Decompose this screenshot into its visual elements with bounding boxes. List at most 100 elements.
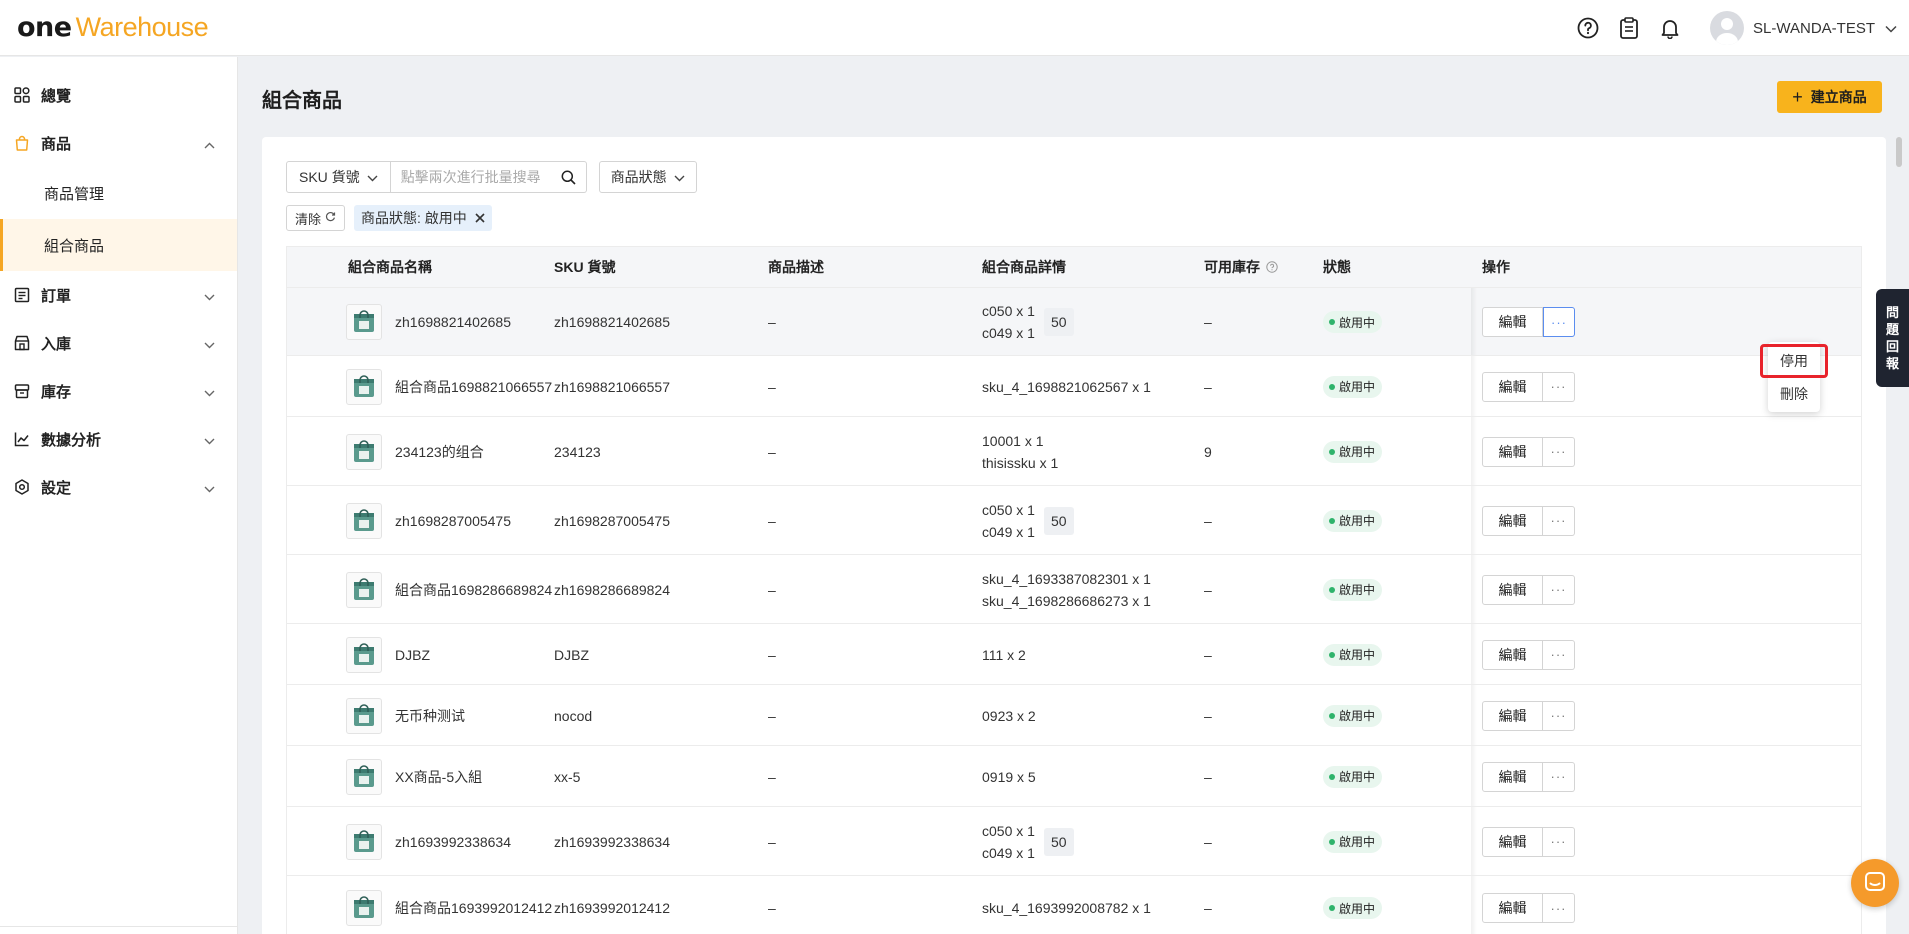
edit-button[interactable]: 編輯 — [1482, 761, 1543, 792]
more-actions-button[interactable]: ··· — [1543, 574, 1575, 605]
row-actions: 編輯 ··· — [1482, 436, 1575, 467]
clear-filters-button[interactable]: 清除 — [286, 205, 346, 231]
logo[interactable]: one Warehouse — [17, 12, 209, 43]
feedback-tab[interactable]: 問 題 回 報 — [1876, 289, 1909, 387]
bundle-detail-line: c049 x 1 — [982, 325, 1035, 341]
search-type-select[interactable]: SKU 貨號 — [286, 161, 391, 193]
chevron-down-icon — [204, 384, 215, 401]
bell-icon[interactable] — [1658, 16, 1682, 40]
status-dot — [1329, 651, 1335, 658]
info-icon[interactable] — [1266, 261, 1278, 273]
table-row: 組合商品1698286689824 zh1698286689824 – sku_4_1… — [287, 554, 1861, 623]
status-badge: 啟用中 — [1323, 440, 1383, 463]
create-product-label: 建立商品 — [1810, 89, 1867, 105]
status-badge: 啟用中 — [1323, 830, 1383, 853]
deactivate-menu-item[interactable]: 停用 — [1760, 344, 1828, 378]
more-actions-button[interactable]: ··· — [1543, 700, 1575, 731]
chevron-down-icon — [1885, 20, 1897, 36]
delete-menu-item[interactable]: 刪除 — [1768, 378, 1820, 410]
product-name: 組合商品1698821066557 — [395, 378, 553, 395]
status-label: 啟用中 — [1339, 445, 1376, 459]
edit-button[interactable]: 編輯 — [1482, 574, 1543, 605]
feedback-char: 回 — [1885, 339, 1899, 354]
more-actions-button[interactable]: ··· — [1543, 761, 1575, 792]
search-input[interactable] — [400, 169, 561, 185]
edit-button[interactable]: 編輯 — [1482, 826, 1543, 857]
more-actions-button[interactable]: ··· — [1543, 436, 1575, 467]
sidebar-item-products[interactable]: 商品 — [0, 119, 237, 167]
product-sku: xx-5 — [554, 768, 581, 785]
table-row: XX商品-5入組 xx-5 – 0919 x 5 – 啟用中 編輯 ··· — [287, 745, 1861, 806]
table-row: 組合商品1698821066557 zh1698821066557 – sku_4_1… — [287, 355, 1861, 416]
product-thumbnail — [346, 304, 382, 340]
sidebar-item-label: 入庫 — [41, 335, 72, 353]
page-title: 組合商品 — [262, 90, 342, 112]
sidebar-item-settings[interactable]: 設定 — [0, 463, 237, 511]
sidebar-item-inbound[interactable]: 入庫 — [0, 319, 237, 367]
settings-icon — [14, 479, 30, 495]
bundle-detail-line: 0919 x 5 — [982, 768, 1036, 785]
clipboard-icon[interactable] — [1617, 16, 1641, 40]
edit-button[interactable]: 編輯 — [1482, 436, 1543, 467]
bundle-detail-line: sku_4_1698286686273 x 1 — [982, 592, 1151, 609]
more-actions-button[interactable]: ··· — [1543, 639, 1575, 670]
more-actions-button[interactable]: ··· — [1543, 893, 1575, 923]
chat-button[interactable] — [1851, 859, 1899, 907]
more-actions-button[interactable]: ··· — [1543, 826, 1575, 857]
edit-button[interactable]: 編輯 — [1482, 700, 1543, 731]
bag-icon — [14, 135, 30, 151]
product-thumbnail — [346, 890, 382, 926]
edit-button[interactable]: 編輯 — [1482, 639, 1543, 670]
product-description: – — [768, 443, 776, 460]
row-actions: 編輯 ··· — [1482, 371, 1575, 402]
more-actions-button[interactable]: ··· — [1543, 505, 1575, 536]
product-thumbnail — [346, 502, 382, 539]
create-product-button[interactable]: + 建立商品 — [1777, 81, 1882, 113]
logo-one: one — [17, 12, 72, 43]
product-thumbnail — [346, 433, 382, 470]
sidebar-item-orders[interactable]: 訂單 — [0, 271, 237, 319]
sidebar-item-analytics[interactable]: 數據分析 — [0, 415, 237, 463]
available-stock: – — [1204, 833, 1212, 850]
row-actions: 編輯 ··· — [1482, 700, 1575, 731]
more-actions-button[interactable]: ··· — [1543, 307, 1575, 337]
scrollbar[interactable] — [1896, 137, 1902, 167]
sticky-column-shadow — [1471, 685, 1477, 745]
sidebar-item-product-management[interactable]: 商品管理 — [0, 167, 237, 219]
column-header-stock-label: 可用庫存 — [1204, 259, 1260, 275]
bundle-detail-line: c049 x 1 — [982, 523, 1035, 540]
table-row: DJBZ DJBZ – 111 x 2 – 啟用中 編輯 ··· — [287, 623, 1861, 684]
bundle-detail-line: c050 x 1 — [982, 822, 1035, 839]
chevron-down-icon — [204, 288, 215, 305]
sidebar-item-overview[interactable]: 總覽 — [0, 71, 237, 119]
edit-button[interactable]: 編輯 — [1482, 505, 1543, 536]
more-actions-button[interactable]: ··· — [1543, 371, 1575, 402]
product-name: 組合商品1698286689824 — [395, 581, 553, 598]
table-row: 无币种测试 nocod – 0923 x 2 – 啟用中 編輯 ··· — [287, 684, 1861, 745]
status-dot — [1329, 448, 1335, 455]
sidebar-item-label: 訂單 — [41, 287, 72, 305]
sidebar-item-bundle-products[interactable]: 組合商品 — [0, 219, 237, 271]
sidebar-item-label: 組合商品 — [44, 237, 105, 255]
status-badge: 啟用中 — [1323, 509, 1383, 532]
edit-button[interactable]: 編輯 — [1482, 307, 1543, 337]
user-menu[interactable]: SL-WANDA-TEST — [1710, 11, 1897, 45]
status-badge: 啟用中 — [1323, 765, 1383, 788]
product-sku: zh1698821402685 — [554, 314, 671, 330]
column-header-stock: 可用庫存 — [1204, 257, 1278, 277]
edit-button[interactable]: 編輯 — [1482, 371, 1543, 402]
status-filter-label: 商品狀態 — [610, 169, 667, 185]
available-stock: – — [1204, 707, 1212, 724]
table-header: 組合商品名稱 SKU 貨號 商品描述 組合商品詳情 可用庫存 狀態 操作 — [287, 247, 1861, 287]
search-icon[interactable] — [561, 170, 576, 188]
close-icon[interactable] — [475, 210, 485, 226]
column-header-actions: 操作 — [1482, 259, 1510, 275]
product-description: – — [768, 378, 776, 395]
search-type-label: SKU 貨號 — [299, 169, 360, 185]
sticky-column-shadow — [1471, 356, 1477, 416]
help-icon[interactable] — [1576, 16, 1600, 40]
edit-button[interactable]: 編輯 — [1482, 893, 1543, 923]
sidebar-item-inventory[interactable]: 庫存 — [0, 367, 237, 415]
status-filter-select[interactable]: 商品狀態 — [598, 161, 697, 193]
status-dot — [1329, 773, 1335, 780]
